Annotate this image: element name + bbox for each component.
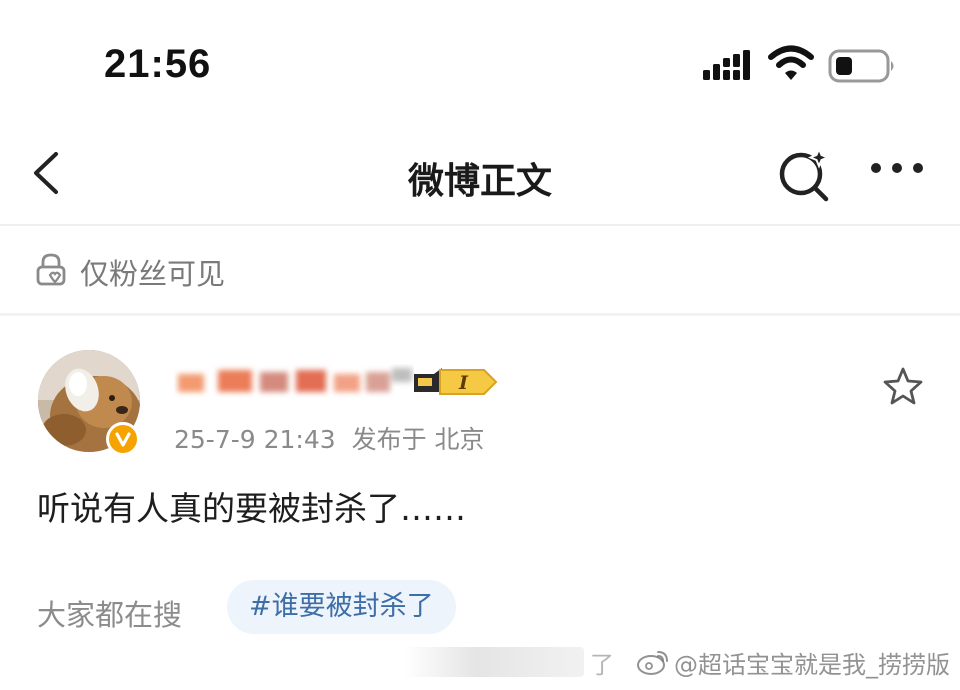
watermark-redaction [404, 647, 584, 677]
battery-icon [828, 49, 894, 83]
user-level-label: I [458, 372, 469, 394]
signal-icon [703, 50, 750, 80]
watermark-partial-text: 了 [590, 650, 614, 679]
wifi-icon [768, 45, 814, 80]
star-icon[interactable] [882, 366, 924, 406]
weibo-logo-icon [637, 651, 668, 675]
weibo-post-page: 21:56 微博正文 仅粉丝可见 I 25-7-9 21:43 发布于 北京 听… [0, 0, 960, 690]
verified-badge-icon [106, 422, 140, 456]
visibility-text: 仅粉丝可见 [80, 257, 226, 291]
lock-icon [36, 253, 66, 286]
visibility-notice: 仅粉丝可见 [0, 226, 960, 314]
status-bar: 21:56 [0, 0, 960, 120]
watermark: 了 @超话宝宝就是我_捞捞版 [404, 644, 950, 680]
nav-bar: 微博正文 [0, 130, 960, 224]
post-timestamp: 25-7-9 21:43 [174, 425, 336, 454]
post-location: 发布于 北京 [351, 425, 485, 454]
post-text: 听说有人真的要被封杀了…… [37, 489, 466, 528]
watermark-text: @超话宝宝就是我_捞捞版 [674, 650, 950, 679]
user-level-badge: I [414, 368, 498, 395]
status-time: 21:56 [104, 42, 212, 86]
username-redacted[interactable] [174, 364, 414, 398]
more-icon[interactable] [868, 160, 926, 176]
post-meta: 25-7-9 21:43 发布于 北京 [174, 420, 485, 456]
trending-search-label: 大家都在搜 [37, 598, 183, 632]
trending-topic-chip[interactable]: #谁要被封杀了 [227, 580, 456, 634]
divider [0, 313, 960, 316]
search-ai-icon[interactable] [776, 144, 836, 204]
